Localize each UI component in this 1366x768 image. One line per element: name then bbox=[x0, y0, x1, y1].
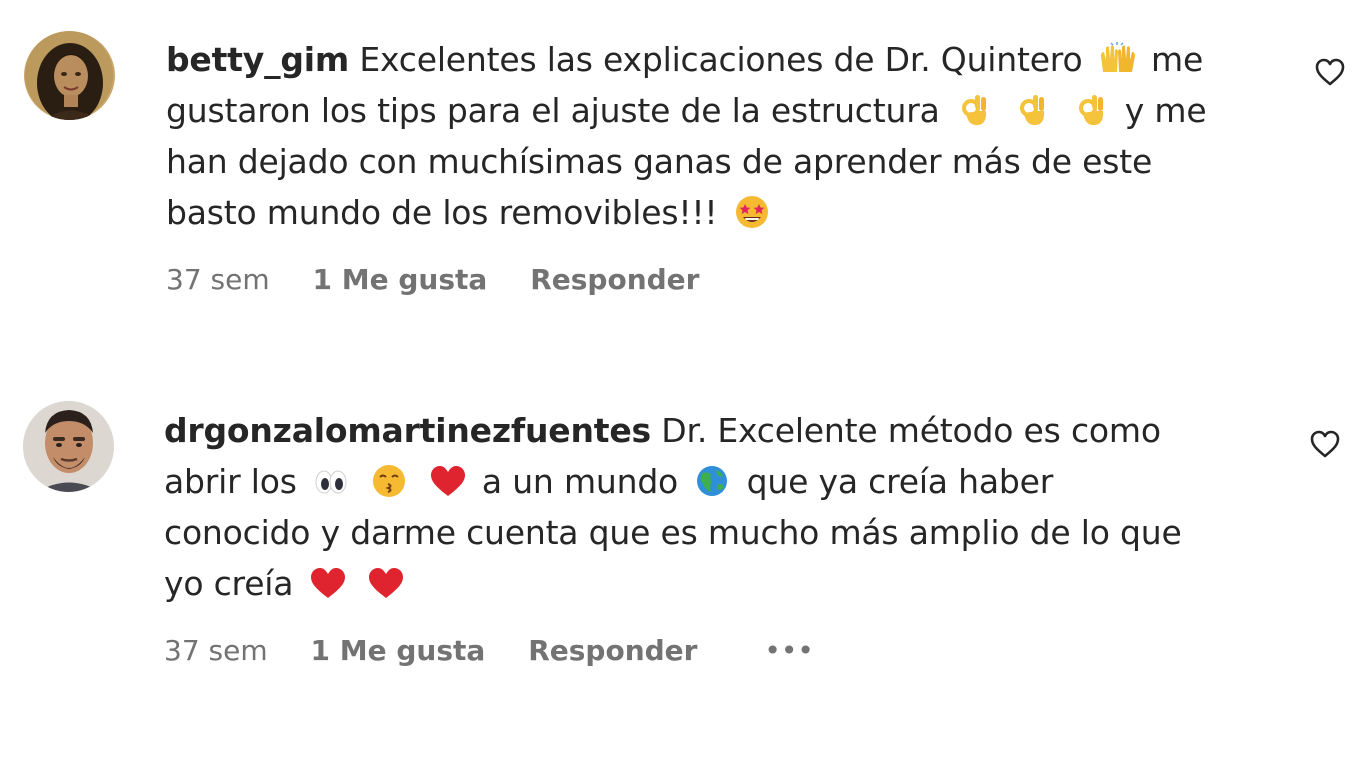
likes-count-button[interactable]: 1 Me gusta bbox=[311, 634, 486, 668]
avatar[interactable] bbox=[23, 401, 114, 492]
comment-username[interactable]: drgonzalomartinezfuentes bbox=[164, 411, 651, 450]
ok-hand-emoji-icon bbox=[954, 93, 994, 127]
comment-text-segment: me bbox=[1151, 40, 1204, 79]
red-heart-emoji-icon bbox=[366, 566, 406, 600]
comment-meta: 37 sem 1 Me gusta Responder bbox=[166, 263, 699, 297]
comment-line: gustaron los tips para el ajuste de la e… bbox=[166, 85, 1266, 136]
comment-text-segment: y me bbox=[1124, 91, 1207, 130]
comment-text-segment: conocido y darme cuenta que es mucho más… bbox=[164, 513, 1182, 552]
comment-text-segment: Dr. Excelente método es como bbox=[661, 411, 1161, 450]
red-heart-emoji-icon bbox=[428, 464, 468, 498]
more-options-icon[interactable]: ••• bbox=[764, 634, 814, 668]
comment-line: yo creía bbox=[164, 558, 1264, 609]
heart-outline-icon[interactable] bbox=[1309, 429, 1341, 459]
comment-text-segment: Excelentes las explicaciones de Dr. Quin… bbox=[359, 40, 1083, 79]
comment-meta: 37 sem 1 Me gusta Responder ••• bbox=[164, 634, 814, 668]
globe-emoji-icon bbox=[692, 464, 732, 498]
ok-hand-emoji-icon bbox=[1012, 93, 1052, 127]
kissing-face-emoji-icon bbox=[369, 464, 409, 498]
star-struck-emoji-icon bbox=[732, 195, 772, 229]
comment-text-segment: que ya creía haber bbox=[746, 462, 1054, 501]
likes-count-button[interactable]: 1 Me gusta bbox=[313, 263, 488, 297]
comment-timestamp[interactable]: 37 sem bbox=[166, 263, 270, 297]
comment-text-segment: a un mundo bbox=[481, 462, 679, 501]
comment-line: basto mundo de los removibles!!! bbox=[166, 187, 1266, 238]
avatar[interactable] bbox=[24, 31, 115, 120]
heart-outline-icon[interactable] bbox=[1314, 57, 1346, 87]
comments-page: betty_gim Excelentes las explicaciones d… bbox=[0, 0, 1366, 768]
comment-username[interactable]: betty_gim bbox=[166, 40, 349, 79]
comment-text-segment: han dejado con muchísimas ganas de apren… bbox=[166, 142, 1153, 181]
reply-button[interactable]: Responder bbox=[528, 634, 697, 668]
comment-line: han dejado con muchísimas ganas de apren… bbox=[166, 136, 1266, 187]
comment-text: betty_gim Excelentes las explicaciones d… bbox=[166, 34, 1266, 238]
reply-button[interactable]: Responder bbox=[530, 263, 699, 297]
comment-timestamp[interactable]: 37 sem bbox=[164, 634, 268, 668]
red-heart-emoji-icon bbox=[308, 566, 348, 600]
comment-text-segment: abrir los bbox=[164, 462, 297, 501]
eyes-emoji-icon bbox=[311, 464, 351, 498]
ok-hand-emoji-icon bbox=[1071, 93, 1111, 127]
comment-line: drgonzalomartinezfuentes Dr. Excelente m… bbox=[164, 405, 1264, 456]
comment-text-segment: basto mundo de los removibles!!! bbox=[166, 193, 718, 232]
comment-line: betty_gim Excelentes las explicaciones d… bbox=[166, 34, 1266, 85]
comment-line: abrir los a un mundo que ya creía haber bbox=[164, 456, 1264, 507]
raising-hands-emoji-icon bbox=[1097, 42, 1137, 76]
comment-text-segment: gustaron los tips para el ajuste de la e… bbox=[166, 91, 940, 130]
comment-line: conocido y darme cuenta que es mucho más… bbox=[164, 507, 1264, 558]
comment-text: drgonzalomartinezfuentes Dr. Excelente m… bbox=[164, 405, 1264, 609]
comment-text-segment: yo creía bbox=[164, 564, 294, 603]
